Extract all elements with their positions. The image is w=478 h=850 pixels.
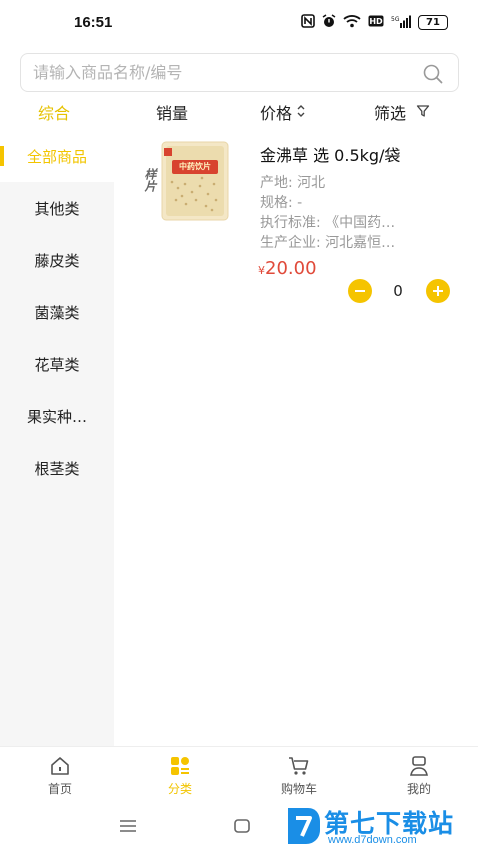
tab-cart[interactable]: 购物车 bbox=[259, 755, 339, 797]
active-marker bbox=[0, 146, 4, 166]
sidebar-item-all[interactable]: 全部商品 bbox=[0, 130, 114, 182]
sort-comprehensive[interactable]: 综合 bbox=[38, 100, 70, 124]
sidebar-item-label: 果实种… bbox=[26, 407, 87, 426]
product-manufacturer: 生产企业: 河北嘉恒… bbox=[260, 235, 396, 251]
sidebar-item-label: 藤皮类 bbox=[34, 251, 80, 270]
product-price: ¥20.00 bbox=[258, 258, 317, 279]
sort-filter[interactable]: 筛选 bbox=[374, 100, 430, 124]
sidebar-item-label: 菌藻类 bbox=[34, 303, 80, 322]
quantity-value[interactable]: 0 bbox=[384, 282, 412, 300]
tab-category[interactable]: 分类 bbox=[140, 755, 220, 797]
sidebar-item-fruit-seed[interactable]: 果实种… bbox=[0, 390, 114, 442]
product-title[interactable]: 金沸草 选 0.5kg/袋 bbox=[260, 142, 400, 166]
sidebar-item-label: 根茎类 bbox=[34, 459, 80, 478]
watermark-icon bbox=[288, 808, 320, 844]
sort-bar: 综合 销量 价格 筛选 bbox=[0, 96, 478, 128]
nfc-icon bbox=[301, 14, 315, 31]
product-origin: 产地: 河北 bbox=[260, 175, 326, 191]
status-time: 16:51 bbox=[74, 14, 113, 31]
tab-home[interactable]: 首页 bbox=[20, 755, 100, 797]
home-button-icon[interactable] bbox=[232, 816, 254, 836]
battery-indicator: 71 bbox=[418, 15, 448, 30]
svg-text:5G: 5G bbox=[391, 16, 400, 23]
menu-icon[interactable] bbox=[118, 816, 140, 836]
tab-home-label: 首页 bbox=[47, 782, 72, 796]
bottom-tab-bar: 首页 分类 购物车 我的 bbox=[0, 746, 478, 802]
sample-badge: 样片 bbox=[143, 168, 157, 192]
tab-profile[interactable]: 我的 bbox=[379, 755, 459, 797]
sort-price-label: 价格 bbox=[260, 104, 293, 123]
quantity-stepper: 0 bbox=[348, 279, 450, 303]
category-sidebar: 全部商品 其他类 藤皮类 菌藻类 花草类 果实种… 根茎类 bbox=[0, 130, 114, 746]
tab-profile-label: 我的 bbox=[406, 782, 431, 796]
alarm-icon bbox=[322, 14, 336, 31]
product-spec: 规格: - bbox=[260, 195, 303, 211]
sidebar-item-label: 花草类 bbox=[34, 355, 80, 374]
sort-price[interactable]: 价格 bbox=[260, 100, 306, 124]
sort-sales[interactable]: 销量 bbox=[156, 100, 188, 124]
plus-icon bbox=[433, 286, 443, 296]
cart-icon bbox=[289, 757, 309, 775]
watermark-logo: 第七下载站 www.d7down.com bbox=[282, 800, 478, 850]
sort-filter-label: 筛选 bbox=[374, 104, 407, 123]
hd-icon: HD bbox=[368, 15, 384, 30]
price-value: 20.00 bbox=[265, 258, 317, 279]
sort-sales-label: 销量 bbox=[156, 104, 189, 123]
sidebar-item-flower-herb[interactable]: 花草类 bbox=[0, 338, 114, 390]
decrease-button[interactable] bbox=[348, 279, 372, 303]
minus-icon bbox=[355, 290, 365, 292]
product-standard: 执行标准: 《中国药… bbox=[260, 215, 396, 231]
signal-icon: 5G bbox=[391, 15, 411, 31]
home-icon bbox=[51, 757, 69, 775]
sort-comprehensive-label: 综合 bbox=[38, 104, 71, 123]
increase-button[interactable] bbox=[426, 279, 450, 303]
sidebar-item-label: 全部商品 bbox=[26, 147, 87, 166]
product-image[interactable]: 中药饮片 样片 bbox=[140, 138, 236, 224]
tab-category-label: 分类 bbox=[167, 782, 192, 796]
status-icons: HD 5G 71 bbox=[301, 14, 448, 31]
sidebar-item-label: 其他类 bbox=[34, 199, 80, 218]
sidebar-item-fungi-algae[interactable]: 菌藻类 bbox=[0, 286, 114, 338]
sidebar-item-other[interactable]: 其他类 bbox=[0, 182, 114, 234]
wifi-icon bbox=[343, 14, 361, 31]
sort-arrows-icon bbox=[296, 103, 306, 122]
watermark-url: www.d7down.com bbox=[328, 834, 417, 846]
search-input[interactable] bbox=[33, 54, 413, 91]
package-label: 中药饮片 bbox=[179, 162, 211, 171]
status-bar: 16:51 HD 5G 71 bbox=[0, 0, 478, 46]
sidebar-item-root-stem[interactable]: 根茎类 bbox=[0, 442, 114, 494]
svg-text:HD: HD bbox=[369, 17, 383, 26]
sidebar-item-vine-bark[interactable]: 藤皮类 bbox=[0, 234, 114, 286]
search-box[interactable] bbox=[20, 53, 459, 92]
tab-cart-label: 购物车 bbox=[280, 782, 317, 796]
currency-symbol: ¥ bbox=[258, 264, 265, 277]
category-icon bbox=[171, 757, 189, 775]
filter-icon bbox=[416, 103, 430, 122]
profile-icon bbox=[410, 756, 428, 776]
search-icon[interactable] bbox=[422, 63, 444, 85]
